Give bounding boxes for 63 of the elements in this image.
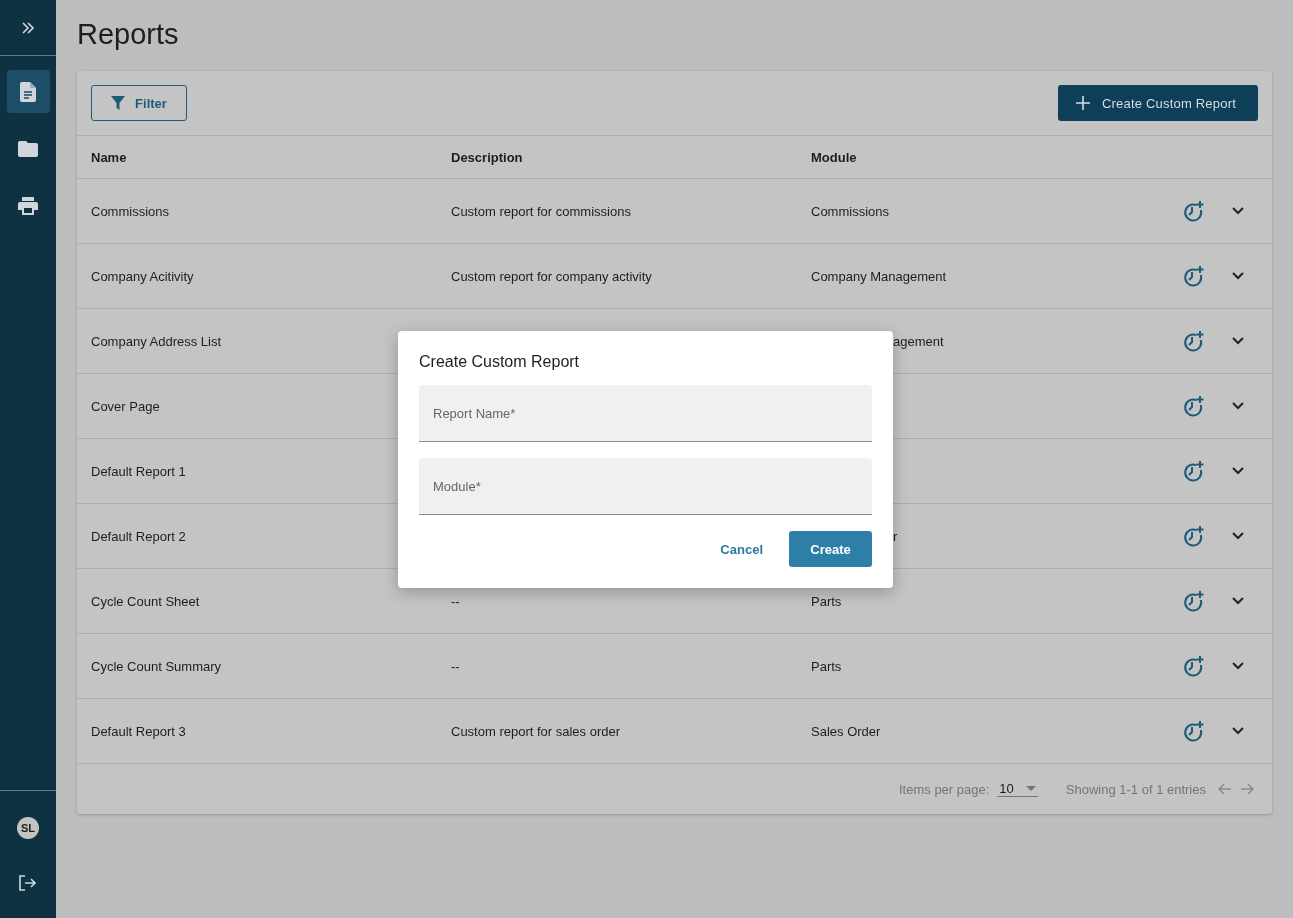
page-title: Reports <box>77 17 180 51</box>
column-header: Description <box>451 149 524 165</box>
table-cell: Cycle Count Summary <box>91 658 222 674</box>
table-cell: Cycle Count Sheet <box>91 593 200 609</box>
table-cell: r <box>893 528 898 544</box>
column-header: Module <box>811 149 858 165</box>
expand-icon[interactable] <box>21 20 35 35</box>
chevron-down-icon[interactable] <box>1232 727 1244 735</box>
table-cell: Cover Page <box>91 398 160 414</box>
input-field[interactable]: Module* <box>419 458 872 515</box>
schedule-add-icon[interactable] <box>1182 655 1204 677</box>
filter-button[interactable]: Filter <box>91 85 187 121</box>
page-size-select[interactable]: 10 <box>997 781 1038 797</box>
chevron-down-icon[interactable] <box>1232 207 1244 215</box>
caret-icon <box>1025 786 1036 791</box>
logout-icon[interactable] <box>19 875 37 891</box>
nav-item[interactable] <box>6 70 50 113</box>
table-cell: -- <box>451 593 460 609</box>
schedule-add-icon[interactable] <box>1182 460 1204 482</box>
table-cell: Custom report for company activity <box>451 268 652 284</box>
schedule-add-icon[interactable] <box>1182 330 1204 352</box>
table-cell: Parts <box>811 593 842 609</box>
column-header: Name <box>91 149 128 165</box>
plus-icon <box>1075 96 1090 110</box>
chevron-down-icon[interactable] <box>1232 662 1244 670</box>
table-cell: Custom report for commissions <box>451 203 631 219</box>
table-cell: -- <box>451 658 460 674</box>
printer-icon <box>18 196 38 215</box>
table-cell: Commissions <box>811 203 889 219</box>
items-per-page-label: Items per page: <box>899 781 990 797</box>
folder-icon <box>18 140 38 157</box>
input-field[interactable]: Report Name* <box>419 385 872 442</box>
pagination-status: Showing 1-1 of 1 entries <box>1065 781 1206 797</box>
document-icon <box>20 81 36 102</box>
table-cell: Sales Order <box>811 723 881 739</box>
table-cell: Company Address List <box>91 333 222 349</box>
schedule-add-icon[interactable] <box>1182 200 1204 222</box>
chevron-down-icon[interactable] <box>1232 467 1244 475</box>
schedule-add-icon[interactable] <box>1182 525 1204 547</box>
table-cell: Default Report 1 <box>91 463 186 479</box>
table-cell: Commissions <box>91 203 169 219</box>
create-button[interactable]: Create <box>789 531 872 567</box>
table-cell: Default Report 2 <box>91 528 186 544</box>
schedule-add-icon[interactable] <box>1182 590 1204 612</box>
schedule-add-icon[interactable] <box>1182 720 1204 742</box>
cancel-button[interactable]: Cancel <box>714 540 769 558</box>
chevron-down-icon[interactable] <box>1232 532 1244 540</box>
chevron-down-icon[interactable] <box>1232 597 1244 605</box>
chevron-down-icon[interactable] <box>1232 272 1244 280</box>
table-cell: Default Report 3 <box>91 723 186 739</box>
chevron-down-icon[interactable] <box>1232 337 1244 345</box>
user-avatar[interactable]: SL <box>17 817 39 839</box>
filter-icon <box>111 96 126 110</box>
create-report-button[interactable]: Create Custom Report <box>1057 85 1258 121</box>
table-cell: Company Acitivity <box>91 268 194 284</box>
table-cell: agement <box>893 333 944 349</box>
table-cell: Custom report for sales order <box>451 723 621 739</box>
chevron-down-icon[interactable] <box>1232 402 1244 410</box>
table-cell: Company Management <box>811 268 947 284</box>
schedule-add-icon[interactable] <box>1182 395 1204 417</box>
schedule-add-icon[interactable] <box>1182 265 1204 287</box>
table-cell: Parts <box>811 658 842 674</box>
dialog-title: Create Custom Report <box>419 353 581 371</box>
